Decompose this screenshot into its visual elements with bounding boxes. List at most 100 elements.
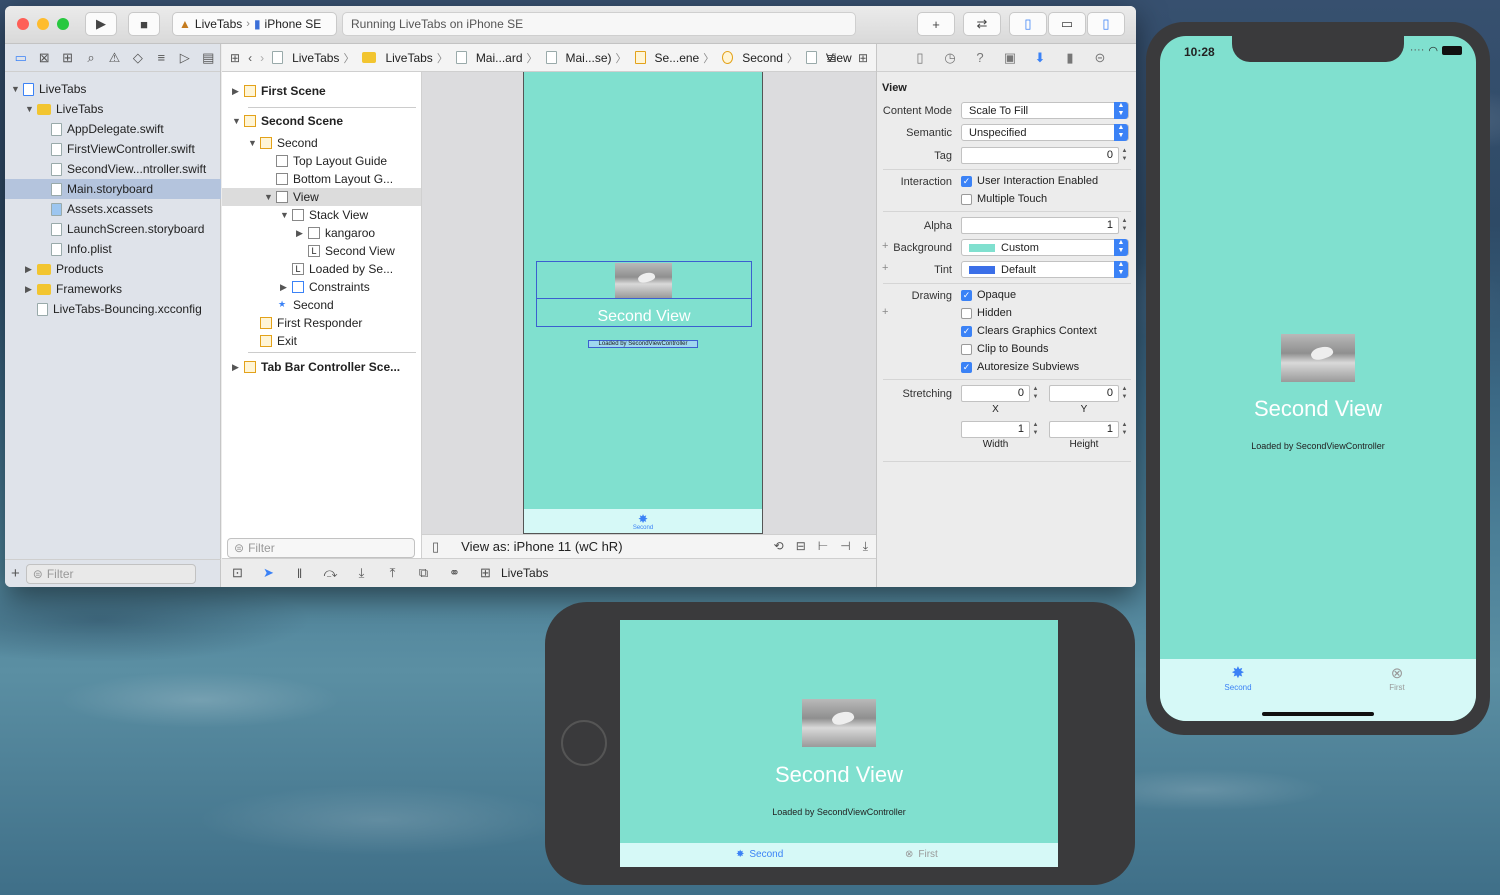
disclosure-triangle-icon[interactable]: ▶ (232, 362, 244, 373)
home-button[interactable] (561, 720, 607, 766)
disclosure-triangle-icon[interactable]: ▼ (232, 116, 244, 126)
navigator-item[interactable]: ▼ LiveTabs (5, 99, 221, 119)
forward-arrow-icon[interactable]: › (256, 51, 268, 65)
step-in-icon[interactable]: ⤓ (346, 565, 377, 581)
kangaroo-image[interactable] (615, 263, 672, 298)
view-as-button[interactable]: View as: iPhone 11 (wC hR) (461, 539, 622, 554)
navigator-item[interactable]: FirstViewController.swift (5, 139, 221, 159)
toggle-inspector-button[interactable]: ▯ (1087, 12, 1125, 36)
navigator-item[interactable]: Main.storyboard (5, 179, 221, 199)
align-icon[interactable]: ⊟ (796, 539, 806, 554)
navigator-item[interactable]: SecondView...ntroller.swift (5, 159, 221, 179)
background-popup[interactable]: Custom ▲ ▼ (961, 239, 1129, 256)
folder-icon[interactable]: ▭ (9, 50, 32, 66)
outline-item[interactable]: L Second View (296, 242, 395, 260)
tab-first[interactable]: ⊗ First (1367, 665, 1427, 692)
attributes-icon[interactable]: ⬇ (1025, 50, 1055, 66)
breadcrumb-item[interactable]: Mai...se) 〉 (542, 50, 631, 66)
breakpoints-toggle-icon[interactable]: ➤ (253, 565, 284, 581)
opaque-checkbox[interactable]: ✓ Opaque (961, 289, 1016, 301)
tab-second[interactable]: ✸ Second (1208, 665, 1268, 692)
embed-icon[interactable]: ⤓ (863, 539, 868, 554)
navigator-item[interactable]: ▶ Products (5, 259, 221, 279)
stretch-width-field[interactable]: 1 (961, 421, 1030, 438)
view-debugger-icon[interactable]: ⧉ (408, 565, 439, 581)
hidden-checkbox[interactable]: Hidden (961, 307, 1012, 319)
add-editor-icon[interactable]: ⊞ (858, 51, 868, 65)
tab-second[interactable]: ✸ Second (736, 849, 783, 860)
outline-item[interactable]: ▶ Constraints (280, 278, 370, 296)
tab-first[interactable]: ⊗ First (905, 849, 938, 860)
canvas-scene-view[interactable]: Second View Loaded by SecondViewControll… (523, 72, 763, 534)
disclosure-triangle-icon[interactable]: ▼ (248, 138, 260, 148)
content-mode-popup[interactable]: Scale To Fill ▲ ▼ (961, 102, 1129, 119)
navigator-item[interactable]: Assets.xcassets (5, 199, 221, 219)
clears-context-checkbox[interactable]: ✓ Clears Graphics Context (961, 325, 1097, 337)
library-button[interactable]: + (917, 12, 955, 36)
plus-icon[interactable]: + (882, 306, 888, 318)
pin-icon[interactable]: ⊢ (818, 539, 828, 554)
tint-popup[interactable]: Default ▲ ▼ (961, 261, 1129, 278)
step-out-icon[interactable]: ⤒ (377, 565, 408, 581)
step-over-icon[interactable]: ⤼ (315, 565, 346, 581)
history-icon[interactable]: ◷ (935, 50, 965, 66)
tag-field[interactable]: 0 (961, 147, 1119, 164)
related-items-icon[interactable]: ⊞ (222, 51, 244, 65)
stretch-height-field[interactable]: 1 (1049, 421, 1119, 438)
resolve-issues-icon[interactable]: ⊣ (840, 539, 850, 554)
disclosure-triangle-icon[interactable]: ▶ (232, 86, 244, 97)
outline-item[interactable]: Top Layout Guide (264, 152, 387, 170)
warning-icon[interactable]: ⚠ (103, 50, 126, 66)
canvas-tab-bar[interactable]: ✸ Second (524, 509, 762, 533)
canvas-title-label[interactable]: Second View (536, 308, 752, 326)
outline-item[interactable]: ▼ Second Scene (232, 112, 343, 130)
outline-item[interactable]: ▼ View (222, 188, 421, 206)
stretch-y-field[interactable]: 0 (1049, 385, 1119, 402)
back-arrow-icon[interactable]: ‹ (244, 51, 256, 65)
alpha-field[interactable]: 1 (961, 217, 1119, 234)
report-icon[interactable]: ▤ (197, 50, 220, 66)
hierarchy-icon[interactable]: ⊞ (56, 50, 79, 66)
stretch-x-field[interactable]: 0 (961, 385, 1030, 402)
clip-bounds-checkbox[interactable]: Clip to Bounds (961, 343, 1049, 355)
iphone-x-screen[interactable]: 10:28 ···· ◠ Second View Loaded by Secon… (1160, 36, 1476, 721)
navigator-item[interactable]: ▼ LiveTabs (5, 79, 221, 99)
tag-stepper[interactable]: ▲ ▼ (1120, 147, 1129, 164)
navigator-item[interactable]: ▶ Frameworks (5, 279, 221, 299)
toggle-debug-button[interactable]: ▭ (1048, 12, 1086, 36)
outline-item[interactable]: Exit (248, 332, 297, 350)
stretch-x-stepper[interactable]: ▲ ▼ (1031, 385, 1040, 402)
add-icon[interactable]: + (11, 565, 20, 582)
breadcrumb-item[interactable]: Second 〉 (718, 50, 802, 66)
multiple-touch-checkbox[interactable]: Multiple Touch (961, 193, 1047, 205)
disclosure-triangle-icon[interactable]: ▼ (25, 104, 37, 114)
autoresize-checkbox[interactable]: ✓ Autoresize Subviews (961, 361, 1079, 373)
outline-filter-field[interactable]: ⊜ Filter (227, 538, 415, 558)
breadcrumb-item[interactable]: Mai...ard 〉 (452, 50, 542, 66)
disclosure-triangle-icon[interactable]: ▶ (280, 282, 292, 293)
breadcrumb-item[interactable]: LiveTabs 〉 (268, 50, 358, 66)
outline-item[interactable]: ★ Second (264, 296, 334, 314)
memory-graph-icon[interactable]: ⚭ (439, 565, 470, 581)
outline-item[interactable]: ▼ Stack View (280, 206, 368, 224)
navigator-item[interactable]: LaunchScreen.storyboard (5, 219, 221, 239)
outline-item[interactable]: L Loaded by Se... (280, 260, 393, 278)
navigator-item[interactable]: LiveTabs-Bouncing.xcconfig (5, 299, 221, 319)
search-icon[interactable]: ⌕ (79, 50, 102, 66)
iphone-se-screen[interactable]: Second View Loaded by SecondViewControll… (620, 620, 1058, 867)
hide-debug-icon[interactable]: ⊡ (222, 565, 253, 581)
stretch-width-stepper[interactable]: ▲ ▼ (1031, 421, 1040, 438)
outline-item[interactable]: ▶ First Scene (232, 82, 326, 100)
adjust-editor-icon[interactable]: ≣ (826, 51, 836, 65)
minimize-window-button[interactable] (37, 18, 49, 30)
disclosure-triangle-icon[interactable]: ▼ (280, 210, 292, 220)
stop-button[interactable]: ■ (128, 12, 160, 36)
outline-item[interactable]: First Responder (248, 314, 362, 332)
outline-item[interactable]: ▶ Tab Bar Controller Sce... (232, 358, 400, 376)
size-icon[interactable]: ▮ (1055, 50, 1085, 66)
alpha-stepper[interactable]: ▲ ▼ (1120, 217, 1129, 234)
canvas-subtitle-label[interactable]: Loaded by SecondViewController (588, 340, 698, 348)
semantic-popup[interactable]: Unspecified ▲ ▼ (961, 124, 1129, 141)
disclosure-triangle-icon[interactable]: ▼ (264, 192, 276, 202)
run-button[interactable]: ▶ (85, 12, 117, 36)
